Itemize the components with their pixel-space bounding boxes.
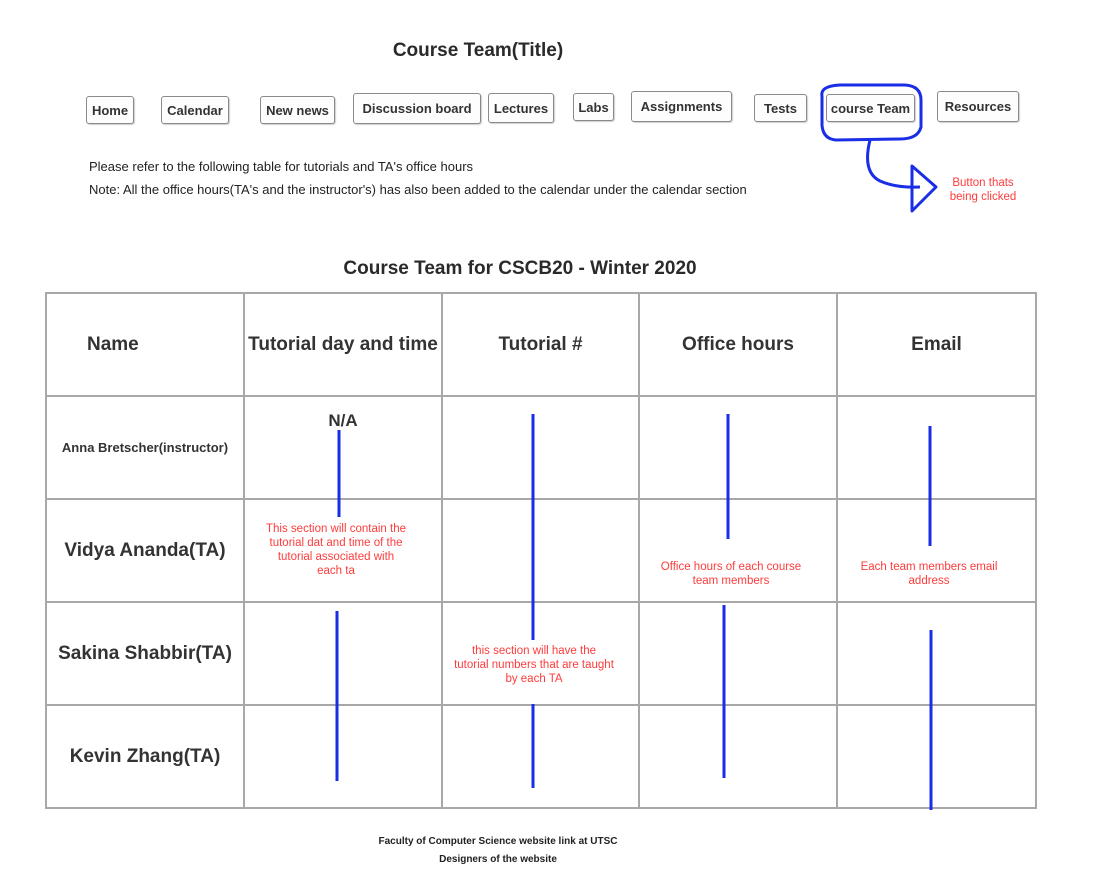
member-name: Kevin Zhang(TA) xyxy=(69,745,221,767)
arrow-head-icon xyxy=(910,164,938,213)
header-tutorial-number: Tutorial # xyxy=(441,292,640,397)
tutorial-day-cell: N/A xyxy=(243,395,443,500)
tutorial-day-cell xyxy=(243,704,443,809)
tutorial-number-cell xyxy=(441,498,640,603)
intro-text: Please refer to the following table for … xyxy=(89,159,474,174)
member-name: Sakina Shabbir(TA) xyxy=(58,642,232,664)
office-hours-note: Note: All the office hours(TA's and the … xyxy=(89,182,747,197)
email-cell xyxy=(836,395,1037,500)
tutorial-number-cell xyxy=(441,704,640,809)
table-header-row: Name Tutorial day and time Tutorial # Of… xyxy=(45,292,1037,397)
nav-labs-button[interactable]: Labs xyxy=(573,93,614,121)
member-name: Anna Bretscher(instructor) xyxy=(61,439,229,455)
nav-lectures-button[interactable]: Lectures xyxy=(488,93,554,123)
header-office-hours: Office hours xyxy=(638,292,838,397)
clicked-button-annotation: Button thats being clicked xyxy=(949,177,1017,203)
tutorial-number-cell xyxy=(441,395,640,500)
member-name-cell: Anna Bretscher(instructor) xyxy=(45,395,245,500)
nav-tests-button[interactable]: Tests xyxy=(754,94,807,122)
email-cell xyxy=(836,601,1037,706)
member-name-cell: Vidya Ananda(TA) xyxy=(45,498,245,603)
nav-assignments-button[interactable]: Assignments xyxy=(631,91,732,122)
table-title: Course Team for CSCB20 - Winter 2020 xyxy=(343,258,697,279)
annotation-arrow-icon xyxy=(866,139,921,189)
footer-faculty-link[interactable]: Faculty of Computer Science website link… xyxy=(0,836,996,847)
tutorial-day-annotation: This section will contain the tutorial d… xyxy=(266,523,406,577)
member-name: Vidya Ananda(TA) xyxy=(64,539,226,561)
email-annotation: Each team members email address xyxy=(860,561,998,587)
header-tutorial-day-time: Tutorial day and time xyxy=(243,292,443,397)
nav-resources-button[interactable]: Resources xyxy=(937,91,1019,122)
office-hours-cell xyxy=(638,704,838,809)
table-row: Anna Bretscher(instructor) N/A xyxy=(45,395,1037,500)
course-team-table: Name Tutorial day and time Tutorial # Of… xyxy=(45,292,1037,809)
page-title: Course Team(Title) xyxy=(392,40,564,61)
office-hours-annotation: Office hours of each course team members xyxy=(660,561,802,587)
footer-designers[interactable]: Designers of the website xyxy=(0,854,996,865)
nav-discussion-board-button[interactable]: Discussion board xyxy=(353,93,481,124)
email-cell xyxy=(836,704,1037,809)
tutorial-day-cell xyxy=(243,601,443,706)
nav-new-news-button[interactable]: New news xyxy=(260,96,335,124)
member-name-cell: Sakina Shabbir(TA) xyxy=(45,601,245,706)
nav-calendar-button[interactable]: Calendar xyxy=(161,96,229,124)
table-row: Kevin Zhang(TA) xyxy=(45,704,1037,809)
office-hours-cell xyxy=(638,395,838,500)
header-name: Name xyxy=(45,292,245,397)
tutorial-na-value: N/A xyxy=(328,411,358,430)
header-email: Email xyxy=(836,292,1037,397)
office-hours-cell xyxy=(638,601,838,706)
member-name-cell: Kevin Zhang(TA) xyxy=(45,704,245,809)
nav-home-button[interactable]: Home xyxy=(86,96,134,124)
nav-course-team-button[interactable]: course Team xyxy=(826,94,915,122)
tutorial-number-annotation: this section will have the tutorial numb… xyxy=(454,645,614,685)
